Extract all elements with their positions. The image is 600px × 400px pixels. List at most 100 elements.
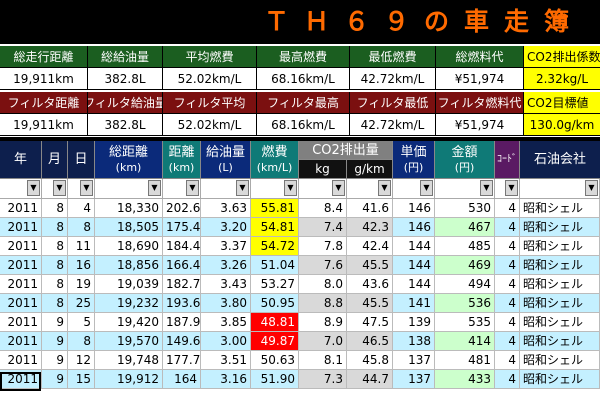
cell-code[interactable]: 4	[495, 332, 520, 351]
active-cell-selection[interactable]	[0, 372, 41, 391]
filter-dropdown-company-icon[interactable]: ▼	[585, 180, 598, 196]
filter-dropdown-day-icon[interactable]: ▼	[80, 180, 93, 196]
cell-fuel[interactable]: 3.80	[201, 294, 251, 313]
cell-day[interactable]: 8	[68, 332, 95, 351]
summary-value-total-fuel-cost[interactable]: ¥51,974	[436, 68, 524, 90]
cell-fuel[interactable]: 3.85	[201, 313, 251, 332]
cell-amount[interactable]: 485	[435, 237, 495, 256]
cell-amount[interactable]: 481	[435, 351, 495, 370]
cell-month[interactable]: 9	[42, 313, 68, 332]
cell-distance[interactable]: 175.4	[163, 218, 201, 237]
col-header-distance[interactable]: 距離 (km)	[163, 141, 201, 179]
cell-amount[interactable]: 535	[435, 313, 495, 332]
cell-co2-gkm[interactable]: 44.7	[347, 370, 393, 389]
cell-co2-gkm[interactable]: 42.4	[347, 237, 393, 256]
cell-economy[interactable]: 54.81	[251, 218, 299, 237]
cell-code[interactable]: 4	[495, 237, 520, 256]
cell-unit-price[interactable]: 144	[393, 275, 435, 294]
cell-year[interactable]: 2011	[0, 294, 42, 313]
col-header-unit-price[interactable]: 単価 (円)	[393, 141, 435, 179]
cell-day[interactable]: 19	[68, 275, 95, 294]
cell-economy[interactable]: 49.87	[251, 332, 299, 351]
summary-value-avg-economy[interactable]: 52.02km/L	[163, 68, 257, 90]
cell-co2-kg[interactable]: 7.4	[299, 218, 347, 237]
cell-economy[interactable]: 51.04	[251, 256, 299, 275]
filter-dropdown-month-icon[interactable]: ▼	[53, 180, 66, 196]
cell-distance[interactable]: 177.7	[163, 351, 201, 370]
filter-dropdown-co2-gkm-icon[interactable]: ▼	[378, 180, 391, 196]
cell-total-distance[interactable]: 19,748	[95, 351, 163, 370]
cell-total-distance[interactable]: 18,690	[95, 237, 163, 256]
cell-total-distance[interactable]: 18,856	[95, 256, 163, 275]
cell-company[interactable]: 昭和シェル	[520, 313, 600, 332]
col-header-company[interactable]: 石油会社	[520, 141, 600, 179]
filter-dropdown-co2-kg-icon[interactable]: ▼	[332, 180, 345, 196]
cell-amount[interactable]: 469	[435, 256, 495, 275]
cell-code[interactable]: 4	[495, 256, 520, 275]
filter-value-co2-target[interactable]: 130.0g/km	[524, 114, 600, 136]
cell-unit-price[interactable]: 144	[393, 256, 435, 275]
cell-co2-gkm[interactable]: 42.3	[347, 218, 393, 237]
filter-value-fuel[interactable]: 382.8L	[88, 114, 163, 136]
cell-unit-price[interactable]: 144	[393, 237, 435, 256]
cell-fuel[interactable]: 3.20	[201, 218, 251, 237]
cell-month[interactable]: 9	[42, 370, 68, 389]
filter-dropdown-fuel-icon[interactable]: ▼	[236, 180, 249, 196]
filter-dropdown-unit-price-icon[interactable]: ▼	[420, 180, 433, 196]
cell-co2-gkm[interactable]: 45.5	[347, 256, 393, 275]
cell-unit-price[interactable]: 137	[393, 351, 435, 370]
cell-total-distance[interactable]: 19,039	[95, 275, 163, 294]
cell-unit-price[interactable]: 141	[393, 294, 435, 313]
cell-total-distance[interactable]: 18,505	[95, 218, 163, 237]
cell-economy[interactable]: 53.27	[251, 275, 299, 294]
cell-total-distance[interactable]: 19,570	[95, 332, 163, 351]
cell-co2-gkm[interactable]: 46.5	[347, 332, 393, 351]
cell-unit-price[interactable]: 139	[393, 313, 435, 332]
cell-fuel[interactable]: 3.63	[201, 199, 251, 218]
cell-year[interactable]: 2011	[0, 351, 42, 370]
cell-year[interactable]: 2011	[0, 332, 42, 351]
cell-distance[interactable]: 187.9	[163, 313, 201, 332]
cell-month[interactable]: 8	[42, 256, 68, 275]
filter-value-min[interactable]: 42.72km/L	[350, 114, 436, 136]
cell-year[interactable]: 2011	[0, 237, 42, 256]
cell-total-distance[interactable]: 19,232	[95, 294, 163, 313]
cell-day[interactable]: 15	[68, 370, 95, 389]
cell-fuel[interactable]: 3.43	[201, 275, 251, 294]
cell-company[interactable]: 昭和シェル	[520, 332, 600, 351]
filter-value-fuel-cost[interactable]: ¥51,974	[436, 114, 524, 136]
summary-value-max-economy[interactable]: 68.16km/L	[257, 68, 350, 90]
cell-amount[interactable]: 414	[435, 332, 495, 351]
cell-co2-kg[interactable]: 7.3	[299, 370, 347, 389]
cell-co2-gkm[interactable]: 45.8	[347, 351, 393, 370]
cell-year[interactable]: 2011	[0, 313, 42, 332]
cell-day[interactable]: 4	[68, 199, 95, 218]
cell-month[interactable]: 8	[42, 294, 68, 313]
cell-fuel[interactable]: 3.26	[201, 256, 251, 275]
cell-company[interactable]: 昭和シェル	[520, 218, 600, 237]
col-header-co2-gkm[interactable]: g/km	[347, 160, 393, 179]
cell-co2-kg[interactable]: 7.0	[299, 332, 347, 351]
cell-year[interactable]: 2011	[0, 199, 42, 218]
cell-company[interactable]: 昭和シェル	[520, 237, 600, 256]
cell-code[interactable]: 4	[495, 351, 520, 370]
filter-dropdown-year-icon[interactable]: ▼	[27, 180, 40, 196]
cell-co2-gkm[interactable]: 41.6	[347, 199, 393, 218]
cell-day[interactable]: 12	[68, 351, 95, 370]
filter-dropdown-total-distance-icon[interactable]: ▼	[148, 180, 161, 196]
col-header-year[interactable]: 年	[0, 141, 42, 179]
cell-economy[interactable]: 55.81	[251, 199, 299, 218]
cell-economy[interactable]: 50.95	[251, 294, 299, 313]
cell-code[interactable]: 4	[495, 199, 520, 218]
cell-day[interactable]: 8	[68, 218, 95, 237]
cell-unit-price[interactable]: 146	[393, 218, 435, 237]
filter-dropdown-economy-icon[interactable]: ▼	[284, 180, 297, 196]
cell-co2-gkm[interactable]: 43.6	[347, 275, 393, 294]
summary-value-min-economy[interactable]: 42.72km/L	[350, 68, 436, 90]
cell-year[interactable]: 2011	[0, 275, 42, 294]
cell-unit-price[interactable]: 138	[393, 332, 435, 351]
col-header-economy[interactable]: 燃費 (km/L)	[251, 141, 299, 179]
cell-economy[interactable]: 54.72	[251, 237, 299, 256]
cell-fuel[interactable]: 3.16	[201, 370, 251, 389]
cell-month[interactable]: 8	[42, 237, 68, 256]
